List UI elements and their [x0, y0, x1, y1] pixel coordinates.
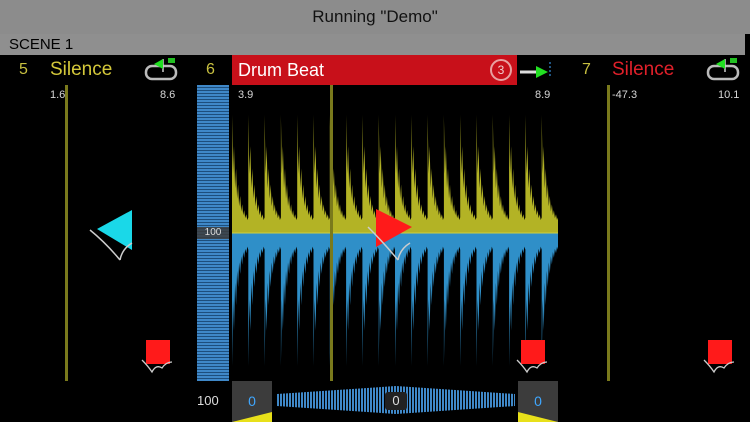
pan-left-wedge [232, 412, 272, 422]
cyan-play-triangle-icon[interactable] [88, 205, 138, 265]
cell-name: Drum Beat [238, 59, 325, 80]
playhead-line [330, 85, 333, 381]
pan-right-wedge [518, 412, 558, 422]
loop-flag-icon[interactable] [705, 57, 745, 83]
cell-name: Silence [612, 59, 675, 80]
stop-square-icon[interactable] [702, 338, 738, 374]
playhead-line [65, 85, 68, 381]
loop-count: 3 [497, 63, 505, 77]
cell-right-value: 10.1 [718, 89, 740, 101]
window-title: Running "Demo" [0, 0, 750, 34]
drum-beat-header[interactable]: Drum Beat [232, 55, 517, 85]
stop-square-icon[interactable] [140, 338, 176, 374]
volume-meter-value: 100 [197, 227, 229, 239]
cell-left-value: 1.6 [50, 89, 66, 101]
play-flag-icon[interactable] [518, 60, 558, 82]
loop-count-badge: 3 [490, 59, 512, 81]
playhead-line [607, 85, 610, 381]
cell-number: 6 [206, 61, 215, 78]
cell-name: Silence [50, 59, 113, 80]
cell-number: 7 [582, 61, 591, 78]
cell-number: 5 [19, 61, 28, 78]
cell-left-value: -47.3 [612, 89, 638, 101]
scene-name: SCENE 1 [9, 36, 74, 53]
red-play-triangle-icon[interactable] [366, 205, 418, 265]
stop-square-icon[interactable] [515, 338, 551, 374]
loop-flag-icon[interactable] [143, 57, 183, 83]
pan-center-value: 0 [385, 392, 407, 410]
cell-right-value: 8.6 [160, 89, 176, 101]
pan-left-box[interactable]: 0 [232, 381, 272, 422]
scene-label[interactable]: SCENE 1 [0, 34, 745, 55]
pan-right-box[interactable]: 0 [518, 381, 558, 422]
volume-value: 100 [197, 393, 219, 408]
